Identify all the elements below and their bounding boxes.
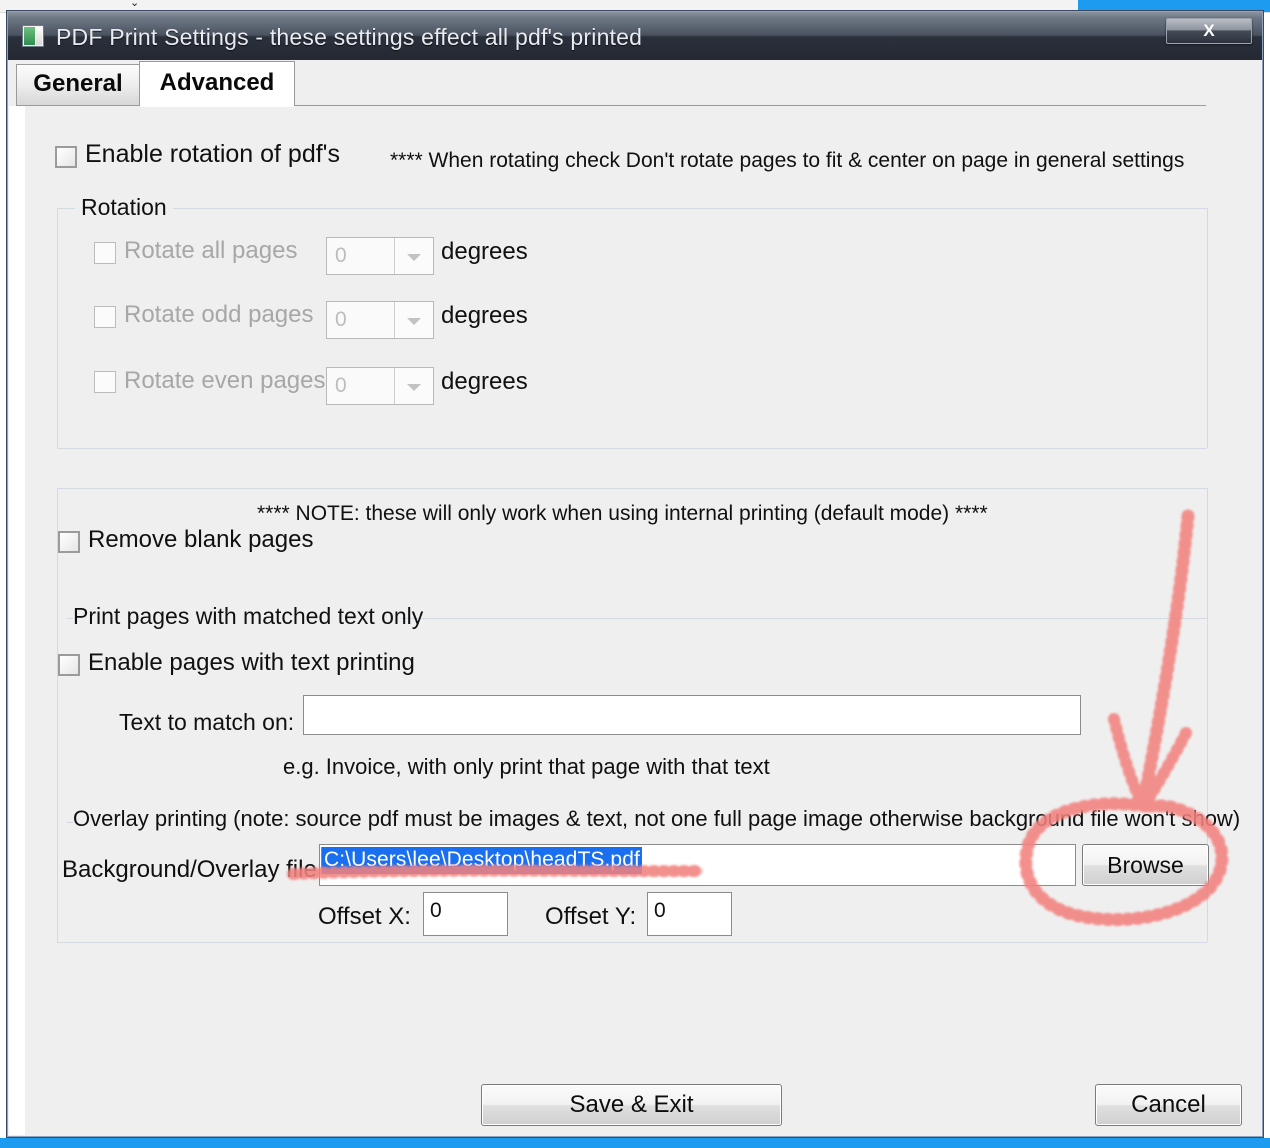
background-overlay-file-input[interactable]: C:\Users\lee\Desktop\headTS.pdf	[319, 844, 1076, 886]
rotate-all-pages-degrees-value: 0	[335, 244, 347, 267]
background-window-blue-bottom	[0, 1138, 1270, 1148]
text-to-match-hint: e.g. Invoice, with only print that page …	[283, 754, 770, 779]
rotate-even-pages-checkbox[interactable]	[94, 371, 116, 393]
offset-y-input[interactable]: 0	[647, 892, 732, 936]
remove-blank-pages-checkbox[interactable]	[58, 531, 80, 553]
title-bar[interactable]: PDF Print Settings - these settings effe…	[8, 12, 1262, 60]
chevron-down-icon[interactable]	[394, 368, 433, 404]
background-window-glyph: ⌄	[130, 0, 140, 9]
save-and-exit-button[interactable]: Save & Exit	[481, 1084, 782, 1126]
browse-button[interactable]: Browse	[1082, 844, 1209, 886]
rotate-all-pages-checkbox[interactable]	[94, 242, 116, 264]
internal-group-left	[57, 488, 58, 942]
rotate-even-pages-degrees-combo[interactable]: 0	[326, 367, 434, 405]
tab-advanced[interactable]: Advanced	[139, 61, 295, 106]
rotate-odd-pages-unit: degrees	[441, 302, 528, 329]
internal-printing-note: **** NOTE: these will only work when usi…	[257, 502, 988, 525]
offset-y-value: 0	[654, 899, 666, 922]
internal-group-top	[57, 488, 1207, 489]
rotate-all-pages-degrees-combo[interactable]: 0	[326, 237, 434, 275]
rotate-all-pages-unit: degrees	[441, 238, 528, 265]
rotation-group-left	[57, 208, 58, 448]
match-group-top-right	[401, 618, 1207, 619]
rotation-group-right	[1207, 208, 1208, 448]
internal-group-bottom	[57, 942, 1207, 943]
text-to-match-label: Text to match on:	[119, 709, 295, 735]
match-group-label: Print pages with matched text only	[73, 603, 424, 629]
offset-x-value: 0	[430, 899, 442, 922]
close-icon[interactable]: X	[1166, 18, 1252, 44]
rotation-note: **** When rotating check Don't rotate pa…	[390, 149, 1185, 172]
rotate-even-pages-label: Rotate even pages	[124, 367, 326, 394]
offset-x-input[interactable]: 0	[423, 892, 508, 936]
cancel-button[interactable]: Cancel	[1095, 1084, 1242, 1126]
background-overlay-file-label: Background/Overlay file:	[62, 856, 324, 883]
advanced-tab-panel: Enable rotation of pdf's **** When rotat…	[9, 106, 1261, 1135]
rotation-group-label: Rotation	[75, 194, 173, 221]
dialog-inner-frame: PDF Print Settings - these settings effe…	[7, 11, 1263, 1137]
enable-text-printing-checkbox[interactable]	[58, 654, 80, 676]
rotate-odd-pages-label: Rotate odd pages	[124, 301, 314, 328]
background-overlay-file-value: C:\Users\lee\Desktop\headTS.pdf	[322, 847, 642, 874]
pdf-document-icon	[22, 25, 44, 47]
rotate-odd-pages-degrees-combo[interactable]: 0	[326, 301, 434, 339]
tab-underline-gap	[140, 105, 294, 107]
tab-strip: General Advanced	[8, 60, 1262, 107]
overlay-group-label: Overlay printing (note: source pdf must …	[73, 806, 1241, 831]
remove-blank-pages-label: Remove blank pages	[88, 526, 314, 553]
tab-general[interactable]: General	[16, 64, 140, 106]
rotate-odd-pages-checkbox[interactable]	[94, 306, 116, 328]
panel-left-edge	[9, 106, 25, 1135]
screen: ⌄ PDF Print Settings - these settings ef…	[0, 0, 1270, 1148]
rotate-all-pages-label: Rotate all pages	[124, 237, 298, 264]
rotate-even-pages-unit: degrees	[441, 368, 528, 395]
offset-x-label: Offset X:	[318, 903, 411, 930]
rotation-group-bottom	[57, 448, 1207, 449]
chevron-down-icon[interactable]	[394, 238, 433, 274]
rotation-group-top-right	[172, 208, 1207, 209]
rotate-even-pages-degrees-value: 0	[335, 374, 347, 397]
pdf-print-settings-dialog: PDF Print Settings - these settings effe…	[6, 10, 1264, 1138]
chevron-down-icon[interactable]	[394, 302, 433, 338]
offset-y-label: Offset Y:	[545, 903, 637, 930]
enable-text-printing-label: Enable pages with text printing	[88, 649, 415, 676]
window-title: PDF Print Settings - these settings effe…	[56, 24, 643, 50]
text-to-match-input[interactable]	[303, 695, 1081, 735]
enable-rotation-checkbox[interactable]	[55, 146, 77, 168]
rotate-odd-pages-degrees-value: 0	[335, 308, 347, 331]
rotation-group-top-left	[57, 208, 75, 209]
enable-rotation-label: Enable rotation of pdf's	[85, 140, 340, 168]
